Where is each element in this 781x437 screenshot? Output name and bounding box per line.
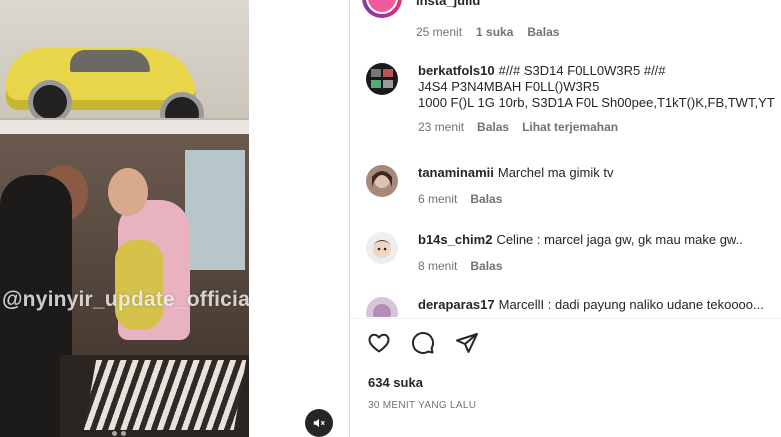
post-actions: [366, 330, 480, 356]
comment-text: Marchel ma gimik tv: [497, 165, 614, 180]
avatar[interactable]: [366, 63, 398, 95]
video-scene-window: [185, 150, 245, 270]
comment-username[interactable]: deraparas17: [418, 297, 495, 312]
comment-time: 25 menit: [416, 25, 463, 39]
comment-button[interactable]: [410, 330, 436, 356]
video-watermark: @nyinyir_update_official: [2, 288, 249, 311]
post-header: insta_julid: [350, 0, 781, 20]
avatar[interactable]: [366, 165, 398, 197]
paper-plane-icon: [456, 333, 478, 353]
author-avatar[interactable]: [362, 0, 402, 18]
previous-comment-meta: 25 menit 1 suka Balas: [416, 25, 559, 39]
carousel-dots: [112, 431, 126, 436]
reply-button[interactable]: Balas: [470, 191, 502, 207]
reply-button[interactable]: Balas: [477, 119, 509, 135]
comment-username[interactable]: b14s_chim2: [418, 232, 492, 247]
comments-panel: insta_julid 25 menit 1 suka Balas berkat…: [349, 0, 781, 437]
post-media-area: @nyinyir_update_official: [0, 0, 349, 437]
comment-item: deraparas17 MarcellI : dadi payung naliko…: [366, 297, 776, 317]
comment-username[interactable]: berkatfols10: [418, 63, 495, 78]
comment-text: J4S4 P3N4MBAH F0LL()W3R5: [418, 79, 600, 94]
mute-button[interactable]: [305, 409, 333, 437]
comment-text: 1000 F()L 1G 10rb, S3D1A F0L Sh00pee,T1k…: [418, 95, 775, 110]
post-video[interactable]: @nyinyir_update_official: [0, 0, 249, 437]
video-scene-car-window: [70, 50, 150, 72]
comment-username[interactable]: tanaminamii: [418, 165, 494, 180]
heart-icon: [368, 333, 390, 353]
reply-button[interactable]: Balas: [470, 258, 502, 274]
post-timestamp: 30 MENIT YANG LALU: [368, 400, 477, 411]
video-scene-placemat: [83, 360, 247, 430]
reply-button[interactable]: Balas: [527, 25, 559, 39]
video-scene-child: [115, 240, 163, 330]
likes-count[interactable]: 634 suka: [368, 375, 423, 390]
like-button[interactable]: [366, 330, 392, 356]
share-button[interactable]: [454, 330, 480, 356]
comment-text: #//# S3D14 F0LL0W3R5 #//#: [498, 63, 666, 78]
avatar[interactable]: [366, 232, 398, 264]
divider: [350, 318, 781, 319]
comment-time: 8 menit: [418, 259, 458, 273]
comment-time: 6 menit: [418, 192, 458, 206]
video-scene-person: [108, 168, 148, 216]
comment-bubble-icon: [412, 332, 434, 354]
comment-text: MarcellI : dadi payung naliko udane teko…: [498, 297, 764, 312]
avatar[interactable]: [366, 297, 398, 317]
comment-time: 23 menit: [418, 120, 465, 134]
comment-likes[interactable]: 1 suka: [476, 25, 513, 39]
author-username[interactable]: insta_julid: [416, 0, 480, 8]
translate-button[interactable]: Lihat terjemahan: [522, 119, 618, 135]
comment-text: Celine : marcel jaga gw, gk mau make gw.…: [496, 232, 743, 247]
speaker-muted-icon: [313, 418, 325, 428]
